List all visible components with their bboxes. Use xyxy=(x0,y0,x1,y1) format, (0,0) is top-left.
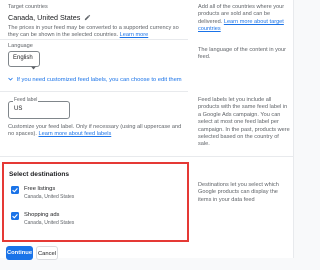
feed-label-help: Feed labels let you include all products… xyxy=(198,97,290,148)
divider xyxy=(0,156,293,157)
continue-button[interactable]: Continue xyxy=(6,246,33,260)
language-select[interactable]: English xyxy=(8,51,40,70)
customize-feed-labels-link[interactable]: If you need customized feed labels, you … xyxy=(8,77,182,83)
destinations-title: Select destinations xyxy=(9,171,70,178)
shopping-ads-label[interactable]: Shopping ads xyxy=(24,212,59,218)
destinations-highlight: Select destinations Free listings Canada… xyxy=(2,162,189,242)
free-listings-checkbox[interactable] xyxy=(11,186,19,194)
language-value: English xyxy=(13,55,33,61)
learn-more-link[interactable]: Learn more xyxy=(120,32,149,38)
target-countries-text: Canada, United States xyxy=(8,13,81,22)
shopping-ads-checkbox[interactable] xyxy=(11,212,19,220)
language-help: The language of the content in your feed… xyxy=(198,47,287,61)
feed-label-input[interactable]: Feed label US xyxy=(8,97,70,119)
target-countries-help: Add all of the countries where your prod… xyxy=(198,4,290,34)
cancel-button[interactable]: Cancel xyxy=(36,246,58,260)
target-countries-desc: The prices in your feed may be converted… xyxy=(8,25,188,40)
chevron-down-icon xyxy=(8,77,13,83)
feed-label-label: Feed label xyxy=(13,97,39,103)
feed-label-desc: Customize your feed label. Only if neces… xyxy=(8,124,188,139)
target-countries-value[interactable]: Canada, United States xyxy=(8,13,91,23)
language-label: Language xyxy=(8,43,33,49)
settings-card: Target countries Canada, United States T… xyxy=(0,0,294,258)
dropdown-arrow-icon xyxy=(31,57,36,75)
shopping-ads-countries: Canada, United States xyxy=(24,220,75,226)
target-countries-label: Target countries xyxy=(8,4,48,10)
feed-label-value: US xyxy=(14,106,23,112)
destinations-help: Destinations let you select which Google… xyxy=(198,182,279,203)
free-listings-label[interactable]: Free listings xyxy=(24,186,55,192)
customize-feed-labels-text: If you need customized feed labels, you … xyxy=(16,77,182,83)
free-listings-countries: Canada, United States xyxy=(24,194,75,200)
divider xyxy=(0,91,188,92)
feed-label-learn-more-link[interactable]: Learn more about feed labels xyxy=(38,131,111,137)
pencil-icon[interactable] xyxy=(84,14,91,23)
divider xyxy=(0,39,188,40)
target-countries-desc-text: The prices in your feed may be converted… xyxy=(8,25,179,39)
